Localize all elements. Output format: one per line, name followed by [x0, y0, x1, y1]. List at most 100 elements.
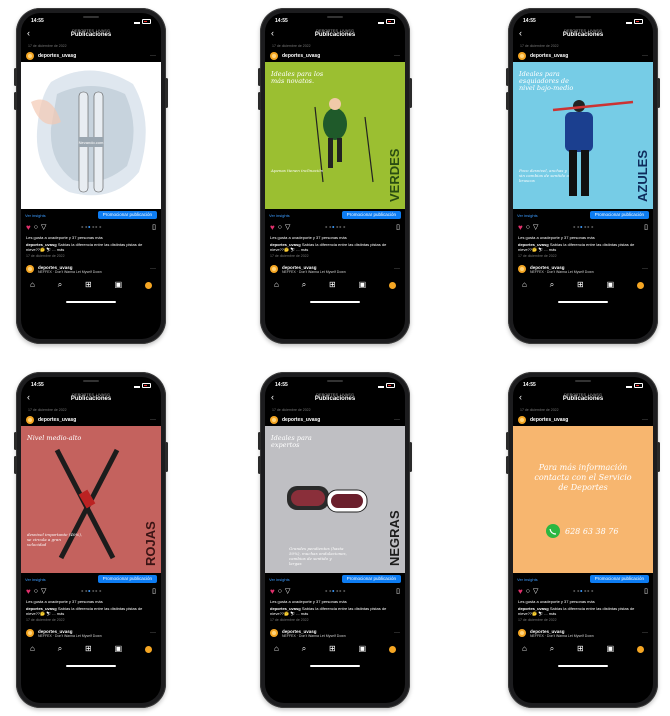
heart-icon[interactable]: ♥ [518, 587, 523, 596]
profile-icon[interactable] [636, 281, 644, 289]
search-icon[interactable]: ⌕ [58, 281, 62, 289]
add-icon[interactable]: ⊞ [85, 281, 92, 289]
search-icon[interactable]: ⌕ [58, 645, 62, 653]
music-row[interactable]: deportes_uvasg NEFFEX · Don't Wanna Let M… [270, 627, 400, 639]
share-icon[interactable]: ▽ [41, 224, 46, 231]
avatar[interactable] [270, 415, 278, 424]
insights-link[interactable]: Ver insights [25, 213, 46, 218]
more-icon[interactable]: ··· [394, 417, 400, 423]
avatar[interactable] [518, 51, 526, 60]
music-row[interactable]: deportes_uvasg NEFFEX · Don't Wanna Let M… [270, 263, 400, 275]
search-icon[interactable]: ⌕ [550, 645, 554, 653]
post-image[interactable]: Ideales para esquiadores de nivel bajo-med… [513, 62, 653, 209]
post-image[interactable]: Nevando.com [21, 62, 161, 209]
insights-link[interactable]: Ver insights [269, 577, 290, 582]
comment-icon[interactable]: ○ [34, 588, 38, 595]
more-icon[interactable]: ··· [394, 53, 400, 59]
add-icon[interactable]: ⊞ [329, 281, 336, 289]
profile-icon[interactable] [388, 645, 396, 653]
more-icon[interactable]: ··· [642, 53, 648, 59]
music-row[interactable]: deportes_uvasg NEFFEX · Don't Wanna Let M… [518, 263, 648, 275]
reels-icon[interactable]: ▣ [607, 281, 615, 289]
post-image[interactable]: Para más información contacta con el Serv… [513, 426, 653, 573]
avatar[interactable] [26, 51, 34, 60]
author-name[interactable]: deportes_uvasg [530, 53, 568, 59]
search-icon[interactable]: ⌕ [302, 645, 306, 653]
more-icon[interactable]: ··· [150, 417, 156, 423]
post-author[interactable]: deportes_uvasg ··· [270, 51, 400, 60]
post-image[interactable]: Nivel medio-alto desnivel importante (40%… [21, 426, 161, 573]
more-icon[interactable]: ··· [150, 630, 156, 636]
add-icon[interactable]: ⊞ [85, 645, 92, 653]
home-icon[interactable]: ⌂ [522, 281, 527, 289]
music-row[interactable]: deportes_uvasg NEFFEX · Don't Wanna Let M… [26, 627, 156, 639]
bookmark-icon[interactable]: ▯ [152, 588, 156, 595]
post-author[interactable]: deportes_uvasg ··· [26, 51, 156, 60]
avatar[interactable] [270, 51, 278, 60]
post-author[interactable]: deportes_uvasg ··· [270, 415, 400, 424]
add-icon[interactable]: ⊞ [577, 645, 584, 653]
bookmark-icon[interactable]: ▯ [152, 224, 156, 231]
insights-link[interactable]: Ver insights [269, 213, 290, 218]
likes-text[interactable]: Les gusta a uvadeporte y 37 personas más [270, 235, 400, 240]
promote-button[interactable]: Promocionar publicación [341, 575, 401, 583]
comment-icon[interactable]: ○ [34, 224, 38, 231]
heart-icon[interactable]: ♥ [26, 223, 31, 232]
bookmark-icon[interactable]: ▯ [396, 588, 400, 595]
reels-icon[interactable]: ▣ [115, 645, 123, 653]
profile-icon[interactable] [636, 645, 644, 653]
profile-icon[interactable] [144, 281, 152, 289]
share-icon[interactable]: ▽ [285, 224, 290, 231]
music-row[interactable]: deportes_uvasg NEFFEX · Don't Wanna Let M… [26, 263, 156, 275]
likes-text[interactable]: Les gusta a uvadeporte y 37 personas más [26, 235, 156, 240]
post-author[interactable]: deportes_uvasg ··· [518, 51, 648, 60]
add-icon[interactable]: ⊞ [329, 645, 336, 653]
profile-icon[interactable] [144, 645, 152, 653]
reels-icon[interactable]: ▣ [607, 645, 615, 653]
more-icon[interactable]: ··· [642, 266, 648, 272]
author-name[interactable]: deportes_uvasg [38, 417, 76, 423]
add-icon[interactable]: ⊞ [577, 281, 584, 289]
share-icon[interactable]: ▽ [533, 224, 538, 231]
likes-text[interactable]: Les gusta a uvadeporte y 37 personas más [518, 235, 648, 240]
likes-text[interactable]: Les gusta a uvadeporte y 37 personas más [518, 599, 648, 604]
more-icon[interactable]: ··· [150, 53, 156, 59]
share-icon[interactable]: ▽ [41, 588, 46, 595]
promote-button[interactable]: Promocionar publicación [589, 211, 649, 219]
author-name[interactable]: deportes_uvasg [282, 53, 320, 59]
author-name[interactable]: deportes_uvasg [530, 417, 568, 423]
reels-icon[interactable]: ▣ [115, 281, 123, 289]
comment-icon[interactable]: ○ [278, 588, 282, 595]
likes-text[interactable]: Les gusta a uvadeporte y 37 personas más [270, 599, 400, 604]
home-icon[interactable]: ⌂ [274, 645, 279, 653]
home-icon[interactable]: ⌂ [30, 281, 35, 289]
share-icon[interactable]: ▽ [285, 588, 290, 595]
comment-icon[interactable]: ○ [526, 588, 530, 595]
insights-link[interactable]: Ver insights [25, 577, 46, 582]
author-name[interactable]: deportes_uvasg [282, 417, 320, 423]
promote-button[interactable]: Promocionar publicación [97, 211, 157, 219]
post-image[interactable]: Ideales para expertos Grandes pendientes (… [265, 426, 405, 573]
post-image[interactable]: Ideales para los más novatos. Apenas tiene… [265, 62, 405, 209]
comment-icon[interactable]: ○ [278, 224, 282, 231]
home-icon[interactable]: ⌂ [274, 281, 279, 289]
search-icon[interactable]: ⌕ [302, 281, 306, 289]
author-name[interactable]: deportes_uvasg [38, 53, 76, 59]
music-row[interactable]: deportes_uvasg NEFFEX · Don't Wanna Let M… [518, 627, 648, 639]
heart-icon[interactable]: ♥ [518, 223, 523, 232]
more-icon[interactable]: ··· [394, 630, 400, 636]
share-icon[interactable]: ▽ [533, 588, 538, 595]
home-icon[interactable]: ⌂ [522, 645, 527, 653]
profile-icon[interactable] [388, 281, 396, 289]
search-icon[interactable]: ⌕ [550, 281, 554, 289]
promote-button[interactable]: Promocionar publicación [589, 575, 649, 583]
heart-icon[interactable]: ♥ [270, 587, 275, 596]
avatar[interactable] [518, 415, 526, 424]
post-author[interactable]: deportes_uvasg ··· [518, 415, 648, 424]
heart-icon[interactable]: ♥ [26, 587, 31, 596]
more-icon[interactable]: ··· [642, 417, 648, 423]
insights-link[interactable]: Ver insights [517, 577, 538, 582]
more-icon[interactable]: ··· [394, 266, 400, 272]
promote-button[interactable]: Promocionar publicación [341, 211, 401, 219]
bookmark-icon[interactable]: ▯ [644, 224, 648, 231]
